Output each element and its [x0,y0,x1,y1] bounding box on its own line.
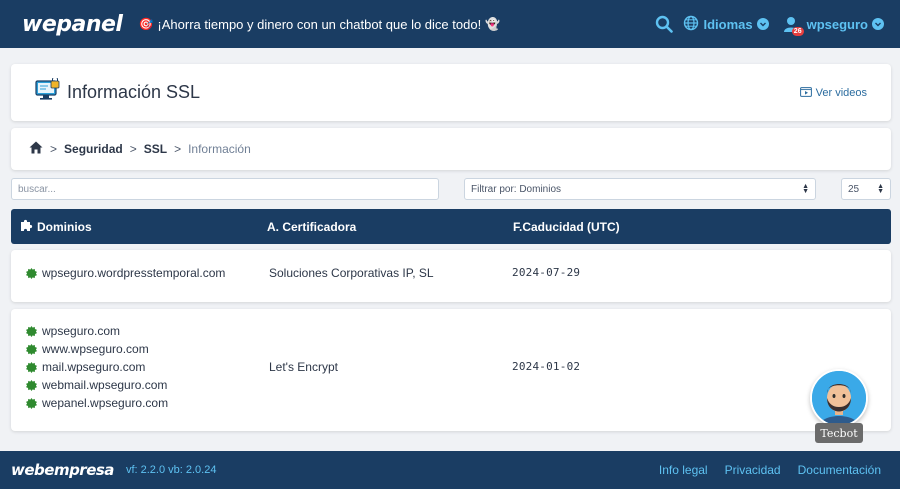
notification-badge: 26 [791,26,804,36]
breadcrumb-separator: > [50,142,58,156]
certificate-seal-icon [26,397,37,409]
domain-list: wpseguro.wordpresstemporal.com [26,266,225,280]
user-avatar: 26 [783,16,804,36]
column-header-domains[interactable]: Dominios [20,219,92,235]
domain-name: wpseguro.wordpresstemporal.com [42,266,226,280]
column-header-label: Dominios [37,219,92,234]
domain-name: wepanel.wpseguro.com [42,396,169,410]
certificate-authority: Let's Encrypt [269,360,338,374]
privacy-link[interactable]: Privacidad [725,463,781,477]
expiry-date: 2024-07-29 [512,266,581,279]
videos-label: Ver videos [815,86,867,99]
page-size-select[interactable]: 25 ▲ ▼ [841,178,891,200]
video-icon [799,86,812,100]
breadcrumb-item-current: Información [188,142,251,156]
ghost-icon: 👻 [485,17,501,31]
certificate-seal-icon [26,361,37,373]
languages-menu[interactable]: Idiomas [683,15,769,34]
bearded-man-icon [812,371,866,425]
chevron-down-icon [756,18,769,30]
legal-info-link[interactable]: Info legal [659,463,708,477]
filter-select-value: Filtrar por: Dominios [471,183,562,195]
chevron-down-icon [872,18,884,30]
domain-list: wpseguro.com www.wpseguro.com mail.wpseg… [26,324,168,410]
languages-label: Idiomas [703,16,753,32]
list-item: wepanel.wpseguro.com [26,396,168,410]
filter-select[interactable]: Filtrar por: Dominios ▲ ▼ [464,178,816,200]
column-header-authority[interactable]: A. Certificadora [267,220,356,234]
top-navbar: wepanel 🎯 ¡Ahorra tiempo y dinero con un… [0,0,900,48]
table-header: Dominios A. Certificadora F.Caducidad (U… [11,209,891,244]
home-icon[interactable] [29,141,43,157]
list-item: mail.wpseguro.com [26,360,168,374]
domain-name: mail.wpseguro.com [42,360,146,374]
ssl-monitor-icon [35,76,61,107]
version-info: vf: 2.2.0 vb: 2.0.24 [125,464,217,476]
table-row[interactable]: wpseguro.wordpresstemporal.com Solucione… [11,250,891,302]
footer: webempresa vf: 2.2.0 vb: 2.0.24 Info leg… [0,451,900,489]
table-row[interactable]: wpseguro.com www.wpseguro.com mail.wpseg… [11,309,891,431]
view-videos-link[interactable]: Ver videos [799,86,867,100]
certificate-seal-icon [26,379,37,391]
page-title: Información SSL [67,82,201,102]
breadcrumb: > Seguridad > SSL > Información [11,128,891,170]
list-item: wpseguro.wordpresstemporal.com [26,266,225,280]
page-size-value: 25 [848,183,860,195]
search-field[interactable] [11,178,439,200]
certificate-seal-icon [26,325,37,337]
username-label: wpseguro [806,16,868,32]
puzzle-icon [20,219,33,235]
breadcrumb-separator: > [129,142,137,156]
breadcrumb-separator: > [174,142,182,156]
list-item: wpseguro.com [26,324,168,338]
webempresa-logo[interactable]: webempresa [11,461,114,479]
certificate-authority: Soluciones Corporativas IP, SL [269,266,434,280]
select-arrows-icon: ▲ ▼ [802,183,809,195]
column-header-expiry[interactable]: F.Caducidad (UTC) [513,220,620,234]
breadcrumb-item-ssl[interactable]: SSL [144,142,167,156]
domain-name: www.wpseguro.com [42,342,149,356]
search-icon[interactable] [655,15,674,33]
expiry-date: 2024-01-02 [512,360,581,373]
promo-banner[interactable]: 🎯 ¡Ahorra tiempo y dinero con un chatbot… [138,17,500,32]
chatbot-avatar-button[interactable] [810,369,868,427]
select-arrows-icon: ▲ ▼ [877,183,884,195]
promo-text: ¡Ahorra tiempo y dinero con un chatbot q… [157,16,482,32]
certificate-seal-icon [26,343,37,355]
search-input[interactable] [18,183,432,195]
breadcrumb-item-security[interactable]: Seguridad [64,142,123,156]
page-header-card: Información SSL Ver videos [11,64,891,121]
chatbot-label[interactable]: Tecbot [815,423,863,443]
certificate-seal-icon [26,267,37,279]
domain-name: webmail.wpseguro.com [42,378,168,392]
user-menu[interactable]: 26 wpseguro [783,16,884,36]
documentation-link[interactable]: Documentación [798,463,881,477]
globe-icon [683,15,699,34]
list-item: webmail.wpseguro.com [26,378,168,392]
domain-name: wpseguro.com [42,324,121,338]
target-icon: 🎯 [138,17,154,31]
wepanel-logo[interactable]: wepanel [22,12,123,37]
list-item: www.wpseguro.com [26,342,168,356]
